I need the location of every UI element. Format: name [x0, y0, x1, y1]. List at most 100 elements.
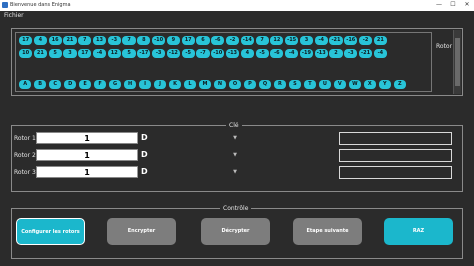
next-step-button[interactable]: Etape suivante [293, 218, 362, 245]
rotor-offset-cell[interactable]: -6 [211, 36, 225, 45]
rotor-offset-cell[interactable]: -4 [314, 36, 328, 45]
rotor-offset-cell[interactable]: -16 [344, 36, 358, 45]
rotor-offset-cell[interactable]: 5 [122, 49, 136, 58]
rotor-offset-cell[interactable]: -4 [92, 49, 107, 58]
rotor-offset-cell[interactable]: -13 [314, 49, 328, 58]
rotor-offset-cell[interactable]: -2 [358, 36, 373, 45]
maximize-button[interactable]: ☐ [446, 0, 460, 10]
rotor-offset-cell[interactable]: -12 [166, 49, 180, 58]
rotor-3-position-spinbox[interactable]: 1 ▲▼ [36, 166, 146, 178]
rotor-offset-cell[interactable]: -2 [225, 36, 240, 45]
rotor-offset-cell[interactable]: -6 [270, 49, 284, 58]
chevron-down-icon[interactable]: ▼ [233, 149, 237, 161]
rotor-offset-cell[interactable]: -3 [344, 49, 358, 58]
alphabet-letter-button[interactable]: C [48, 80, 62, 89]
rotor-offset-cell[interactable]: 13 [92, 36, 107, 45]
rotor-offset-cell[interactable]: 2 [329, 49, 343, 58]
rotor-offset-cell[interactable]: -3 [107, 36, 121, 45]
alphabet-letter-button[interactable]: V [333, 80, 347, 89]
close-button[interactable]: ✕ [460, 0, 474, 10]
rotor-offset-cell[interactable]: -17 [137, 49, 151, 58]
alphabet-letter-button[interactable]: D [63, 80, 77, 89]
rotor-offset-cell[interactable]: -4 [373, 49, 387, 58]
alphabet-letter-button[interactable]: F [93, 80, 107, 89]
rotor-offset-cell[interactable]: 3 [299, 36, 314, 45]
rotor-offset-cell[interactable]: 6 [196, 36, 210, 45]
alphabet-letter-button[interactable]: E [78, 80, 92, 89]
rotor-2-position-spinbox[interactable]: 1 ▲▼ [36, 149, 146, 161]
rotor-offset-cell[interactable]: -5 [181, 49, 195, 58]
alphabet-letter-button[interactable]: W [348, 80, 362, 89]
rotor-offset-cell[interactable]: -5 [255, 49, 269, 58]
rotor-offset-cell[interactable]: -19 [299, 49, 314, 58]
rotor-offset-cell[interactable]: 7 [255, 36, 269, 45]
chevron-down-icon[interactable]: ▼ [233, 132, 237, 144]
rotor-1-output-field[interactable] [339, 132, 452, 145]
rotor-1-position-spinbox[interactable]: 1 ▲▼ [36, 132, 146, 144]
minimize-button[interactable]: — [432, 0, 446, 10]
rotor-offset-cell[interactable]: 5 [48, 49, 62, 58]
alphabet-letter-button[interactable]: J [153, 80, 167, 89]
alphabet-letter-button[interactable]: B [33, 80, 47, 89]
rotor-offset-cell[interactable]: -15 [285, 36, 299, 45]
alphabet-letter-button[interactable]: G [108, 80, 122, 89]
rotor-3-output-field[interactable] [339, 166, 452, 179]
chevron-down-icon[interactable]: ▼ [233, 166, 237, 178]
alphabet-letter-button[interactable]: S [288, 80, 302, 89]
rotor-offset-cell[interactable]: 17 [78, 49, 92, 58]
alphabet-letter-button[interactable]: Y [378, 80, 392, 89]
rotor-offset-cell[interactable]: 12 [107, 49, 121, 58]
alphabet-letter-button[interactable]: O [228, 80, 242, 89]
rotor-offset-cell[interactable]: -21 [358, 49, 373, 58]
rotor-offset-cell[interactable]: -3 [152, 49, 166, 58]
rotor-offset-cell[interactable]: 7 [122, 36, 136, 45]
rotor-offset-cell[interactable]: 17 [181, 36, 195, 45]
alphabet-letter-button[interactable]: T [303, 80, 317, 89]
alphabet-letter-button[interactable]: I [138, 80, 152, 89]
alphabet-letter-button[interactable]: L [183, 80, 197, 89]
raz-button[interactable]: RAZ [384, 218, 453, 245]
rotor-1-letter-combo[interactable]: D ▼ [138, 132, 237, 144]
menu-bar: Fichier [0, 11, 474, 20]
alphabet-letter-button[interactable]: K [168, 80, 182, 89]
rotor-offset-cell[interactable]: 4 [33, 36, 47, 45]
vertical-scrollbar[interactable] [453, 30, 461, 94]
alphabet-letter-button[interactable]: X [363, 80, 377, 89]
rotor-offset-cell[interactable]: -4 [285, 49, 299, 58]
alphabet-letter-button[interactable]: U [318, 80, 332, 89]
alphabet-letter-button[interactable]: R [273, 80, 287, 89]
rotor-offset-cell[interactable]: -10 [211, 49, 225, 58]
decrypt-button[interactable]: Décrypter [201, 218, 270, 245]
rotor-2-letter-combo[interactable]: D ▼ [138, 149, 237, 161]
rotor-offset-cell[interactable]: 21 [373, 36, 387, 45]
rotor-offset-cell[interactable]: -7 [196, 49, 210, 58]
alphabet-letter-button[interactable]: P [243, 80, 257, 89]
rotor-offset-cell[interactable]: -10 [152, 36, 166, 45]
menu-fichier[interactable]: Fichier [4, 12, 24, 19]
rotor-offset-cell[interactable]: 3 [63, 49, 77, 58]
rotor-offset-cell[interactable]: 21 [63, 36, 77, 45]
alphabet-letter-button[interactable]: H [123, 80, 137, 89]
rotor-2-output-field[interactable] [339, 149, 452, 162]
rotor-offset-cell[interactable]: -13 [225, 49, 240, 58]
rotor-offset-cell[interactable]: -21 [329, 36, 343, 45]
alphabet-letter-button[interactable]: M [198, 80, 212, 89]
rotor-offset-cell[interactable]: 12 [270, 36, 284, 45]
rotor-offset-cell[interactable]: 8 [137, 36, 151, 45]
scrollbar-thumb[interactable] [455, 38, 460, 86]
encrypt-button[interactable]: Encrypter [107, 218, 176, 245]
rotor-offset-cell[interactable]: -14 [240, 36, 254, 45]
alphabet-letter-button[interactable]: N [213, 80, 227, 89]
rotor-offset-cell[interactable]: 10 [19, 49, 33, 58]
configure-rotors-button[interactable]: Configurer les rotors [16, 218, 85, 245]
rotor-offset-cell[interactable]: 7 [78, 36, 92, 45]
rotor-offset-cell[interactable]: 4 [240, 49, 254, 58]
alphabet-letter-button[interactable]: A [19, 80, 32, 89]
rotor-3-letter-combo[interactable]: D ▼ [138, 166, 237, 178]
rotor-offset-cell[interactable]: 17 [19, 36, 33, 45]
rotor-offset-cell[interactable]: 9 [166, 36, 180, 45]
rotor-offset-cell[interactable]: 16 [48, 36, 62, 45]
rotor-offset-cell[interactable]: 21 [33, 49, 47, 58]
alphabet-letter-button[interactable]: Z [393, 80, 406, 89]
alphabet-letter-button[interactable]: Q [258, 80, 272, 89]
